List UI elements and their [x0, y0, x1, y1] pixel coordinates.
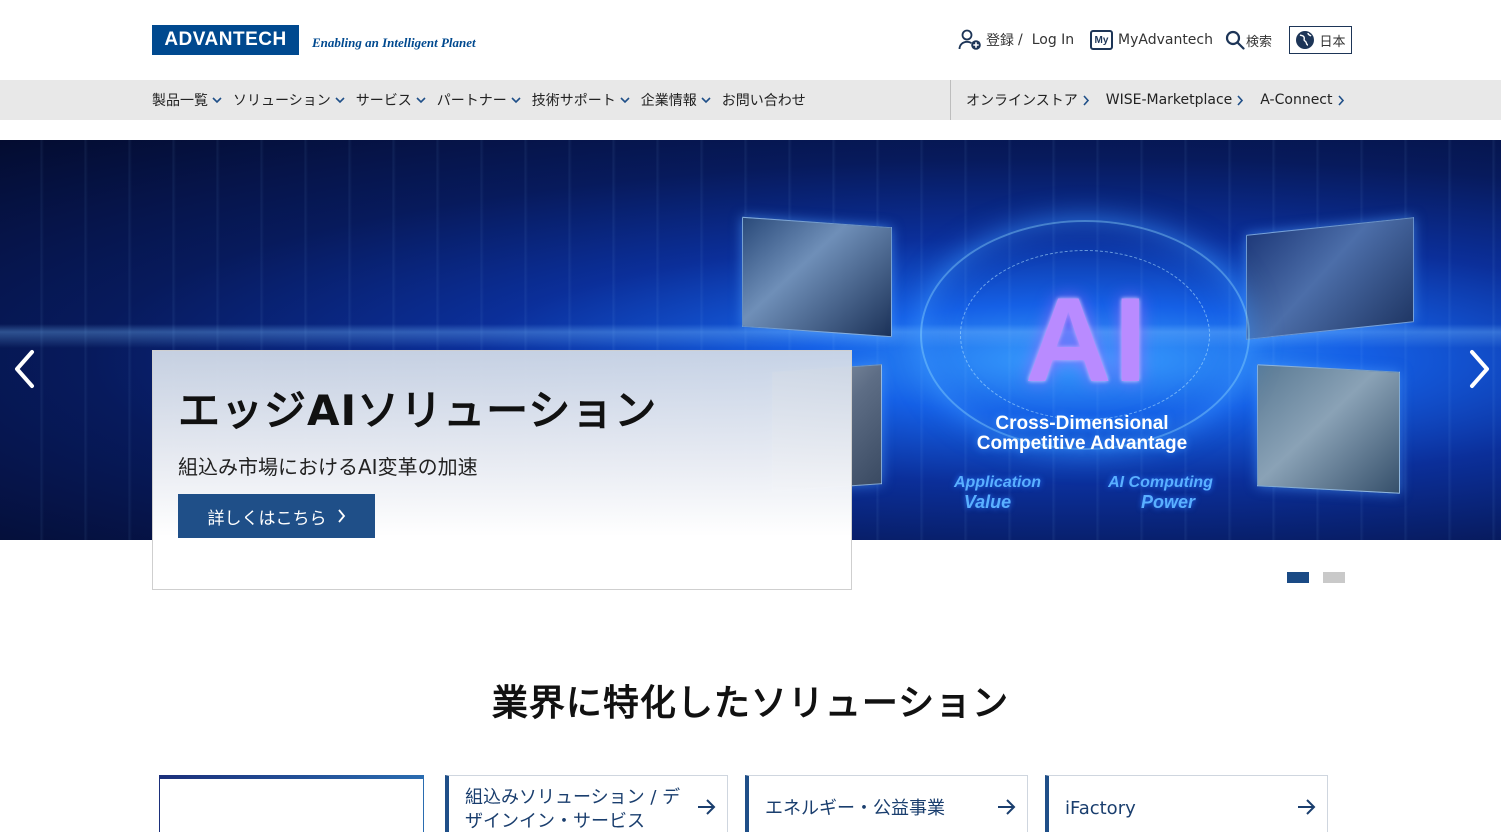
user-add-icon	[958, 29, 982, 51]
search-label[interactable]: 検索	[1246, 31, 1272, 50]
learn-more-button[interactable]: 詳しくはこちら	[178, 494, 375, 538]
chevron-left-icon	[15, 350, 34, 388]
chevron-right-icon	[1083, 94, 1089, 106]
chevron-down-icon	[620, 97, 630, 104]
industry-section-title: 業界に特化したソリューション	[491, 683, 1010, 724]
hero-ai-graphic-text: AI	[1025, 273, 1149, 407]
login-separator: /	[1018, 32, 1023, 48]
arrow-right-icon	[998, 799, 1016, 815]
search-icon	[1225, 30, 1245, 50]
chevron-down-icon	[416, 97, 426, 104]
hero-graphic-value: Value	[963, 492, 1012, 512]
nav-item-label: 技術サポート	[531, 93, 616, 109]
industry-card-label: エネルギー・公益事業	[765, 798, 945, 819]
nav-item-label: サービス	[355, 93, 412, 109]
arrow-right-icon	[698, 799, 716, 815]
nav-item-partners[interactable]: パートナー	[437, 90, 521, 110]
carousel-next-button[interactable]	[1464, 348, 1494, 390]
industry-card-embedded[interactable]: 組込みソリューション / デザインイン・サービス	[445, 775, 728, 832]
site-header: ADVANTECH Enabling an Intelligent Planet…	[0, 0, 1501, 80]
nav-item-products[interactable]: 製品一覧	[152, 90, 222, 110]
industry-card-label: 組込みソリューション / デザインイン・サービス	[465, 787, 681, 832]
arrow-right-icon	[1298, 799, 1316, 815]
industry-card-energy[interactable]: エネルギー・公益事業	[745, 775, 1028, 832]
myadvantech-label[interactable]: MyAdvantech	[1118, 32, 1213, 48]
nav-item-label: A-Connect	[1260, 92, 1333, 108]
hero-image-panel-traffic	[1257, 364, 1400, 494]
nav-item-contact[interactable]: お問い合わせ	[722, 90, 806, 110]
nav-item-online-store[interactable]: オンラインストア	[966, 90, 1090, 110]
hero-image-panel-factory	[1246, 217, 1414, 340]
my-badge-icon: My	[1090, 30, 1113, 50]
hero-title: エッジAIソリューション	[178, 386, 658, 435]
nav-item-label: お問い合わせ	[721, 93, 806, 109]
industry-card-label: iFactory	[1065, 798, 1136, 819]
hero-subtitle: 組込み市場におけるAI変革の加速	[178, 455, 478, 479]
chevron-down-icon	[335, 97, 345, 104]
nav-item-company[interactable]: 企業情報	[641, 90, 711, 110]
globe-icon	[1295, 30, 1315, 50]
login-label[interactable]: Log In	[1032, 32, 1074, 48]
hero-image-panel-medical	[742, 216, 892, 338]
hero-graphic-line-1: Cross-Dimensional	[995, 413, 1169, 434]
chevron-right-icon	[337, 509, 345, 523]
main-nav: 製品一覧 ソリューション サービス パートナー 技術サポート 企業情報 お問い合…	[0, 80, 1501, 120]
nav-item-services[interactable]: サービス	[356, 90, 426, 110]
hero-graphic-power: Power	[1140, 492, 1196, 512]
nav-item-label: 製品一覧	[152, 93, 208, 109]
nav-item-wise-marketplace[interactable]: WISE-Marketplace	[1106, 92, 1245, 108]
industry-card-featured[interactable]	[159, 775, 424, 832]
slide-indicator-1[interactable]	[1287, 572, 1309, 583]
myadvantech-link[interactable]: My MyAdvantech	[1090, 26, 1213, 54]
slide-indicator-2[interactable]	[1323, 572, 1345, 583]
carousel-prev-button[interactable]	[10, 348, 40, 390]
search-button[interactable]: 検索	[1225, 26, 1272, 54]
nav-item-label: ソリューション	[233, 93, 331, 109]
language-selector[interactable]: 日本	[1289, 26, 1352, 54]
nav-left: 製品一覧 ソリューション サービス パートナー 技術サポート 企業情報 お問い合…	[152, 80, 817, 120]
nav-divider	[950, 80, 951, 120]
register-login-link[interactable]: 登録 / Log In	[958, 26, 1074, 54]
hero-caption-card: エッジAIソリューション 組込み市場におけるAI変革の加速 詳しくはこちら	[152, 350, 852, 590]
page: ADVANTECH Enabling an Intelligent Planet…	[0, 0, 1501, 832]
register-label[interactable]: 登録	[986, 30, 1014, 50]
logo-tagline: Enabling an Intelligent Planet	[312, 35, 476, 50]
hero-graphic-application: Application	[953, 474, 1042, 491]
nav-item-a-connect[interactable]: A-Connect	[1260, 92, 1344, 108]
advantech-logo[interactable]: ADVANTECH	[152, 25, 299, 55]
chevron-down-icon	[701, 97, 711, 104]
nav-item-label: パートナー	[436, 93, 507, 109]
chevron-down-icon	[212, 97, 222, 104]
hero-graphic-ai-computing: AI Computing	[1108, 474, 1213, 491]
nav-item-label: オンラインストア	[966, 93, 1078, 109]
nav-item-label: WISE-Marketplace	[1105, 92, 1233, 108]
hero-graphic-line-2: Competitive Advantage	[976, 433, 1188, 454]
industry-card-ifactory[interactable]: iFactory	[1045, 775, 1328, 832]
chevron-right-icon	[1237, 94, 1244, 106]
learn-more-label: 詳しくはこちら	[207, 508, 327, 529]
nav-item-support[interactable]: 技術サポート	[532, 90, 630, 110]
nav-item-solutions[interactable]: ソリューション	[233, 90, 345, 110]
nav-item-label: 企業情報	[640, 93, 697, 109]
chevron-right-icon	[1470, 350, 1489, 388]
chevron-right-icon	[1337, 94, 1344, 106]
language-label[interactable]: 日本	[1319, 31, 1345, 50]
nav-right: オンラインストア WISE-Marketplace A-Connect	[966, 80, 1345, 120]
chevron-down-icon	[511, 97, 521, 104]
